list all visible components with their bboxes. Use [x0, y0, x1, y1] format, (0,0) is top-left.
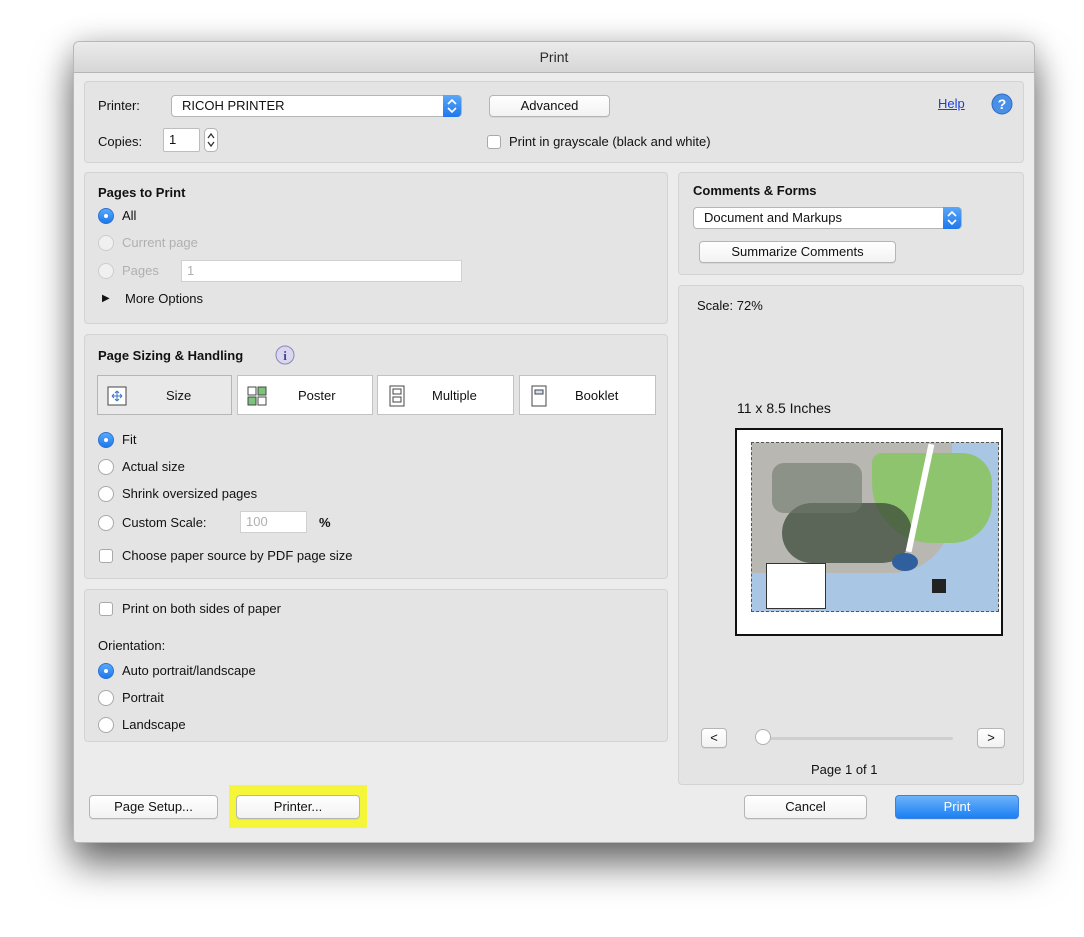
fit-label: Fit — [122, 432, 137, 447]
custom-scale-input[interactable]: 100 — [240, 511, 307, 533]
summarize-comments-button[interactable]: Summarize Comments — [699, 241, 896, 263]
tab-multiple-label: Multiple — [432, 388, 477, 403]
printer-button[interactable]: Printer... — [236, 795, 360, 819]
pages-radio[interactable] — [98, 263, 114, 279]
current-page-radio[interactable] — [98, 235, 114, 251]
page-slider-track[interactable] — [761, 737, 953, 740]
scale-label: Scale: 72% — [697, 298, 763, 313]
page-setup-button[interactable]: Page Setup... — [89, 795, 218, 819]
preview-panel: Scale: 72% 11 x 8.5 Inches < > Page 1 of… — [678, 285, 1024, 785]
size-icon — [106, 385, 128, 410]
printer-label: Printer: — [98, 98, 140, 113]
page-indicator: Page 1 of 1 — [811, 762, 878, 777]
help-icon[interactable]: ? — [991, 93, 1013, 118]
updown-chevron-icon — [943, 207, 961, 229]
all-label: All — [122, 208, 137, 223]
page-sizing-panel: Page Sizing & Handling i Size Poster Mul… — [84, 334, 668, 579]
both-sides-checkbox[interactable] — [99, 602, 113, 616]
both-sides-label: Print on both sides of paper — [122, 601, 281, 616]
booklet-icon — [528, 385, 550, 410]
current-page-label: Current page — [122, 235, 198, 250]
previous-page-button[interactable]: < — [701, 728, 727, 748]
pages-to-print-panel: Pages to Print All Current page Pages 1 … — [84, 172, 668, 324]
custom-scale-label: Custom Scale: — [122, 515, 207, 530]
svg-text:?: ? — [998, 96, 1007, 112]
printer-select-value: RICOH PRINTER — [182, 98, 285, 113]
paper-source-checkbox[interactable] — [99, 549, 113, 563]
actual-size-radio[interactable] — [98, 459, 114, 475]
fit-radio[interactable] — [98, 432, 114, 448]
next-page-button[interactable]: > — [977, 728, 1005, 748]
printer-select[interactable]: RICOH PRINTER — [171, 95, 462, 117]
orientation-label: Orientation: — [98, 638, 166, 653]
all-radio[interactable] — [98, 208, 114, 224]
shrink-oversized-radio[interactable] — [98, 486, 114, 502]
copies-stepper[interactable] — [204, 128, 218, 155]
map-lake — [892, 553, 918, 571]
print-button[interactable]: Print — [895, 795, 1019, 819]
svg-text:i: i — [283, 348, 287, 363]
help-link[interactable]: Help — [938, 96, 965, 111]
dialog-title: Print — [74, 42, 1034, 73]
landscape-radio[interactable] — [98, 717, 114, 733]
cancel-button[interactable]: Cancel — [744, 795, 867, 819]
advanced-button[interactable]: Advanced — [489, 95, 610, 117]
tab-size-label: Size — [166, 388, 192, 403]
comments-forms-panel: Comments & Forms Document and Markups Su… — [678, 172, 1024, 275]
grayscale-label: Print in grayscale (black and white) — [509, 134, 711, 149]
pages-to-print-title: Pages to Print — [98, 185, 186, 200]
more-options-label[interactable]: More Options — [125, 291, 203, 306]
map-campus — [772, 463, 862, 513]
auto-orientation-label: Auto portrait/landscape — [122, 663, 256, 678]
portrait-radio[interactable] — [98, 690, 114, 706]
disclosure-triangle-icon[interactable]: ▶ — [102, 293, 110, 304]
grayscale-checkbox[interactable] — [487, 135, 501, 149]
tab-poster-label: Poster — [298, 388, 336, 403]
page-sizing-title: Page Sizing & Handling — [98, 348, 244, 363]
shrink-oversized-label: Shrink oversized pages — [122, 486, 258, 501]
copies-input[interactable]: 1 — [163, 128, 200, 152]
comments-forms-title: Comments & Forms — [693, 183, 817, 198]
tab-size[interactable]: Size — [97, 375, 232, 415]
portrait-label: Portrait — [122, 690, 164, 705]
map-qr — [932, 579, 946, 593]
poster-icon — [246, 385, 268, 410]
custom-scale-radio[interactable] — [98, 515, 114, 531]
info-icon[interactable]: i — [275, 345, 295, 368]
landscape-label: Landscape — [122, 717, 186, 732]
tab-poster[interactable]: Poster — [237, 375, 373, 415]
pages-range-input[interactable]: 1 — [181, 260, 462, 282]
tab-multiple[interactable]: Multiple — [377, 375, 514, 415]
map-legend — [766, 563, 826, 609]
printer-panel: Printer: RICOH PRINTER Advanced Help ? C… — [84, 81, 1024, 163]
paper-source-label: Choose paper source by PDF page size — [122, 548, 353, 563]
print-dialog: Print Printer: RICOH PRINTER Advanced He… — [73, 41, 1035, 843]
page-preview — [735, 428, 1003, 636]
auto-orientation-radio[interactable] — [98, 663, 114, 679]
updown-chevron-icon — [443, 95, 461, 117]
multiple-icon — [386, 385, 408, 410]
orientation-panel: Print on both sides of paper Orientation… — [84, 589, 668, 742]
comments-forms-select-value: Document and Markups — [704, 210, 843, 225]
pages-label: Pages — [122, 263, 159, 278]
comments-forms-select[interactable]: Document and Markups — [693, 207, 962, 229]
tab-booklet-label: Booklet — [575, 388, 619, 403]
page-slider-thumb[interactable] — [755, 729, 771, 745]
tab-booklet[interactable]: Booklet — [519, 375, 656, 415]
copies-label: Copies: — [98, 134, 143, 149]
paper-size-label: 11 x 8.5 Inches — [737, 400, 831, 416]
actual-size-label: Actual size — [122, 459, 185, 474]
percent-label: % — [319, 515, 331, 530]
map-thumbnail — [751, 442, 999, 612]
